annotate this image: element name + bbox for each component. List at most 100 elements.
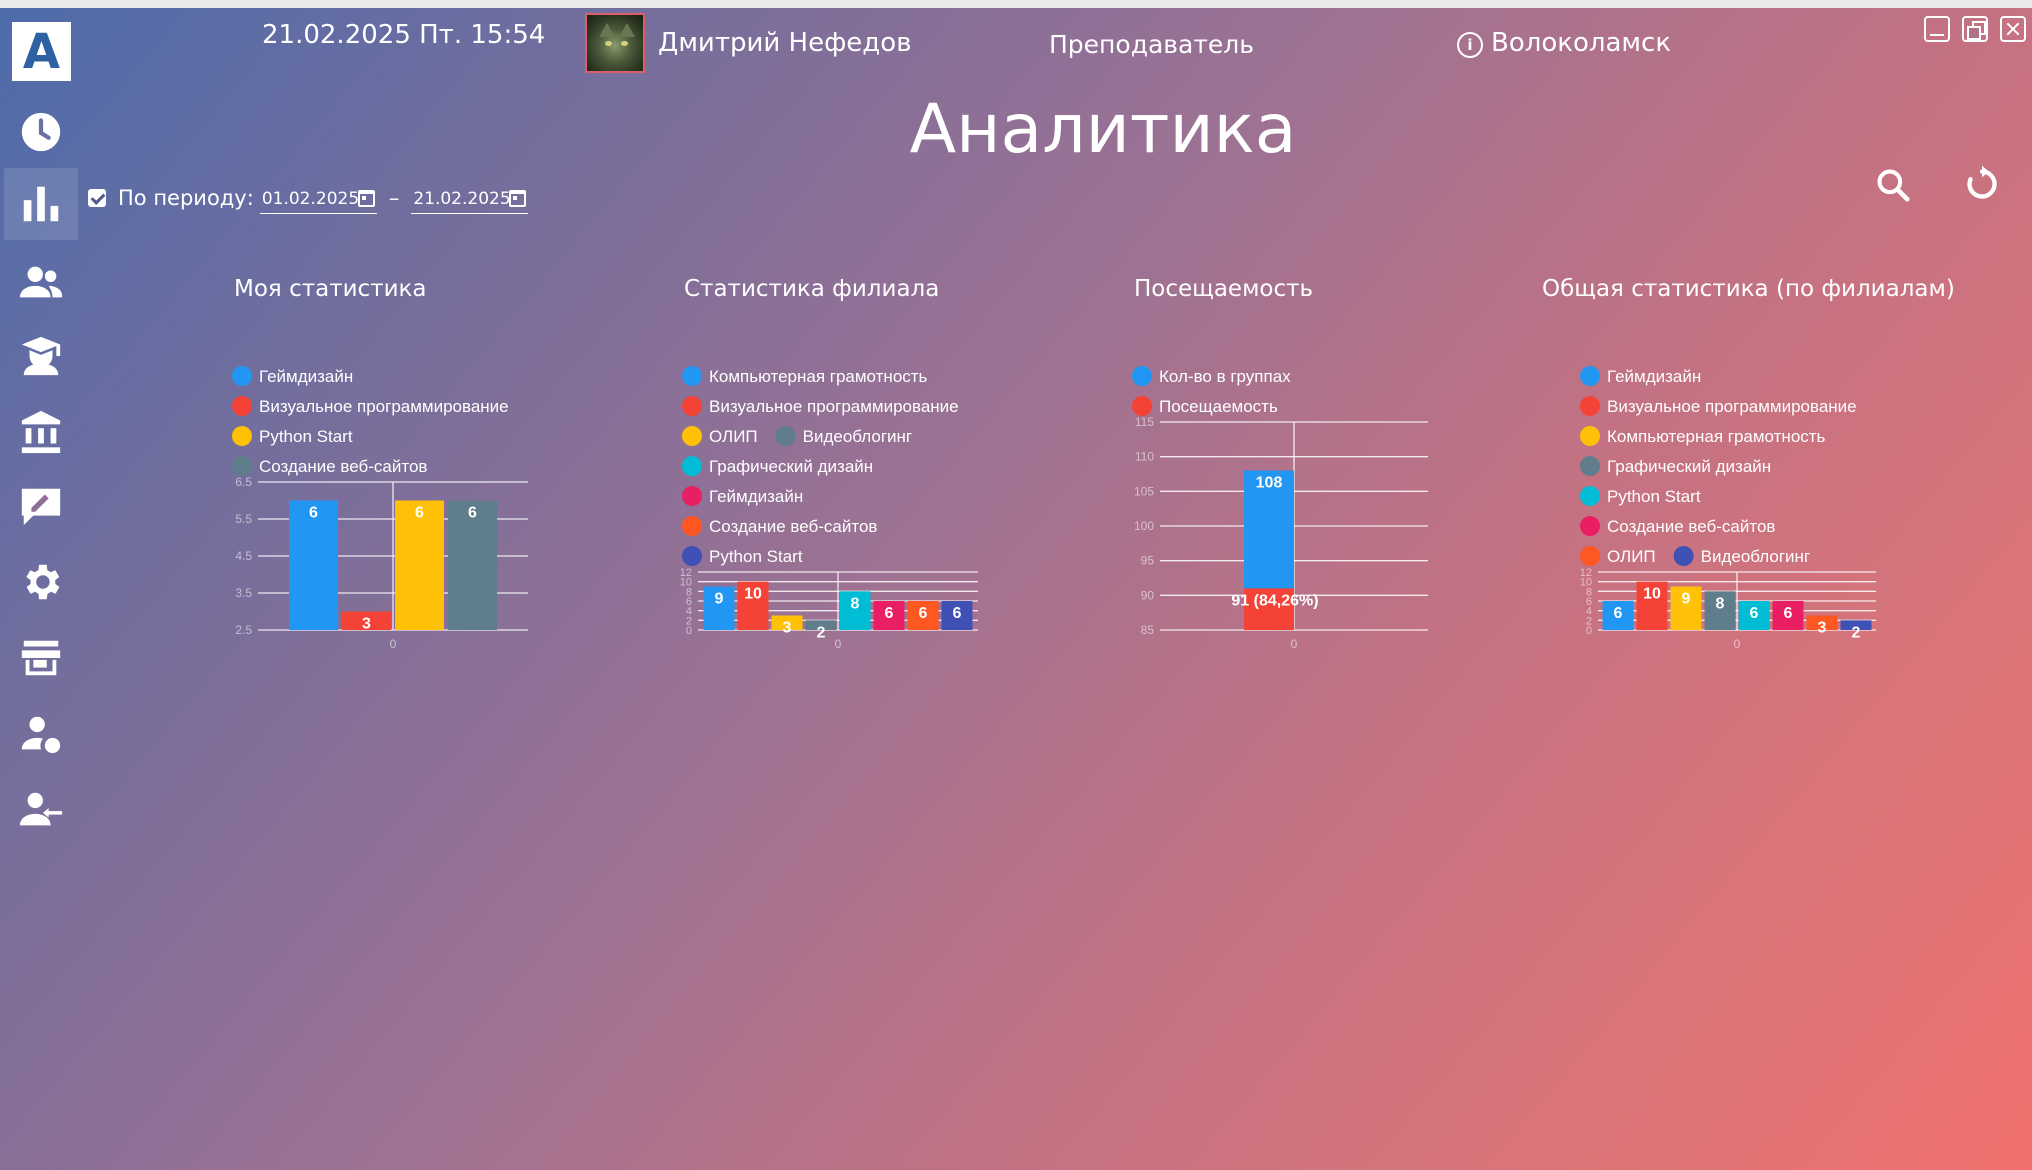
period-checkbox[interactable] (88, 189, 106, 207)
legend-label-python-start: Python Start (709, 547, 803, 566)
data-label: 3 (783, 620, 792, 637)
legend-swatch (775, 426, 796, 446)
data-label: 6 (309, 505, 318, 522)
panel-title-overall-stats: Общая статистика (по филиалам) (1542, 276, 1955, 302)
gear-icon (26, 564, 60, 600)
legend-label-видеоблогинг: Видеоблогинг (1701, 547, 1811, 566)
nav-user-settings[interactable] (4, 698, 78, 770)
page-title: Аналитика (909, 90, 1297, 169)
date-from-value: 01.02.2025 (261, 188, 360, 209)
legend-swatch (1580, 516, 1600, 536)
date-from-field[interactable]: 01.02.2025 (259, 188, 377, 214)
user-name: Дмитрий Нефедов (658, 28, 912, 58)
data-label: 6 (953, 605, 962, 622)
current-datetime: 21.02.2025 Пт. 15:54 (262, 20, 546, 50)
nav-journal[interactable] (4, 470, 78, 542)
chart-overall-stats: Геймдизайн Визуальное программирование Ком… (1580, 366, 1876, 651)
y-tick-label: 6.5 (235, 475, 252, 489)
legend-label-олип: ОЛИП (1607, 547, 1656, 566)
data-label: 2 (817, 624, 826, 641)
calendar-icon[interactable] (509, 190, 527, 207)
chart-bars: 108 91 (84,26%) (1231, 470, 1319, 630)
x-tick-label: 0 (1291, 637, 1298, 651)
legend-label-создание-веб-сайтов: Создание веб-сайтов (709, 517, 877, 536)
data-label: 6 (468, 505, 477, 522)
nav-settings[interactable] (4, 546, 78, 618)
legend-label-посещаемость: Посещаемость (1159, 397, 1278, 416)
y-tick-label: 3.5 (235, 586, 252, 600)
legend-swatch (232, 456, 252, 476)
panel-title-attendance: Посещаемость (1134, 276, 1314, 302)
legend-label-визуальное-программирование: Визуальное программирование (709, 397, 959, 416)
legend-label-видеоблогинг: Видеоблогинг (803, 427, 913, 446)
user-role: Преподаватель (1049, 30, 1255, 59)
legend-label-визуальное-программирование: Визуальное программирование (1607, 397, 1857, 416)
sidebar: A (0, 8, 84, 1170)
legend-label-кол-во-в-группах: Кол-во в группах (1159, 367, 1291, 386)
y-tick-label: 105 (1134, 484, 1154, 498)
nav-institution[interactable] (4, 396, 78, 468)
y-tick-label: 0 (686, 625, 692, 637)
refresh-icon[interactable] (1962, 164, 2002, 204)
legend-swatch (1580, 366, 1600, 386)
data-label: 3 (362, 616, 371, 633)
search-icon[interactable] (1874, 166, 1912, 204)
legend-label-компьютерная-грамотность: Компьютерная грамотность (709, 367, 928, 386)
panel-title-my-stats: Моя статистика (234, 276, 427, 302)
y-tick-label: 4.5 (235, 549, 252, 563)
data-label: 8 (1716, 595, 1725, 612)
nav-store[interactable] (4, 622, 78, 694)
chart-legend: Геймдизайн Визуальное программирование Ком… (1580, 366, 1857, 566)
legend-label-геймдизайн: Геймдизайн (709, 487, 803, 506)
branch-city[interactable]: Волоколамск (1491, 28, 1671, 58)
x-tick-label: 0 (1734, 637, 1741, 651)
legend-label-графический-дизайн: Графический дизайн (1607, 457, 1771, 476)
y-tick-label: 95 (1141, 554, 1155, 568)
data-label: 8 (851, 595, 860, 612)
graduate-icon (21, 336, 61, 376)
minimize-button[interactable] (1924, 16, 1950, 42)
data-label: 6 (885, 605, 894, 622)
chart-branch-stats: Компьютерная грамотность Визуальное прогр… (680, 366, 978, 651)
nav-students[interactable] (4, 320, 78, 392)
legend-label-python-start: Python Start (1607, 487, 1701, 506)
person-settings-icon (21, 716, 61, 754)
legend-swatch (682, 396, 702, 416)
nav-groups[interactable] (4, 246, 78, 318)
nav-logout[interactable] (4, 774, 78, 846)
legend-swatch (1132, 396, 1152, 416)
data-label: 3 (1818, 620, 1827, 637)
period-filter: По периоду: 01.02.2025 – 21.02.2025 (88, 180, 529, 216)
data-label: 10 (744, 586, 762, 603)
data-label: 6 (1750, 605, 1759, 622)
legend-label-визуальное-программирование: Визуальное программирование (259, 397, 509, 416)
legend-swatch (1580, 456, 1600, 476)
x-tick-label: 0 (390, 637, 397, 651)
legend-swatch (1580, 426, 1600, 446)
info-icon[interactable]: i (1457, 32, 1483, 58)
legend-label-создание-веб-сайтов: Создание веб-сайтов (1607, 517, 1775, 536)
legend-swatch (1580, 396, 1600, 416)
nav-analytics[interactable] (4, 168, 78, 240)
legend-label-олип: ОЛИП (709, 427, 758, 446)
date-separator: – (388, 186, 400, 210)
legend-swatch (682, 516, 702, 536)
period-label: По периоду: (118, 186, 254, 210)
close-button[interactable] (2000, 16, 2026, 42)
calendar-icon[interactable] (357, 190, 375, 207)
y-tick-label: 2.5 (235, 623, 252, 637)
y-tick-label: 115 (1135, 415, 1154, 429)
date-to-value: 21.02.2025 (413, 188, 511, 209)
app-logo: A (12, 22, 71, 81)
legend-swatch (232, 396, 252, 416)
app-window: A 21.02.2025 Пт. 15:54 Дмитрий Нефедов П… (0, 8, 2032, 1170)
date-to-field[interactable]: 21.02.2025 (411, 188, 529, 214)
chart-my-stats: Геймдизайн Визуальное программирование Pyt… (232, 366, 528, 651)
avatar[interactable] (585, 13, 645, 73)
data-label: 6 (1614, 605, 1623, 622)
legend-swatch (232, 366, 252, 386)
restore-button[interactable] (1962, 16, 1988, 42)
data-label: 2 (1852, 624, 1861, 641)
legend-swatch (1673, 546, 1694, 566)
y-tick-label: 85 (1141, 623, 1155, 637)
